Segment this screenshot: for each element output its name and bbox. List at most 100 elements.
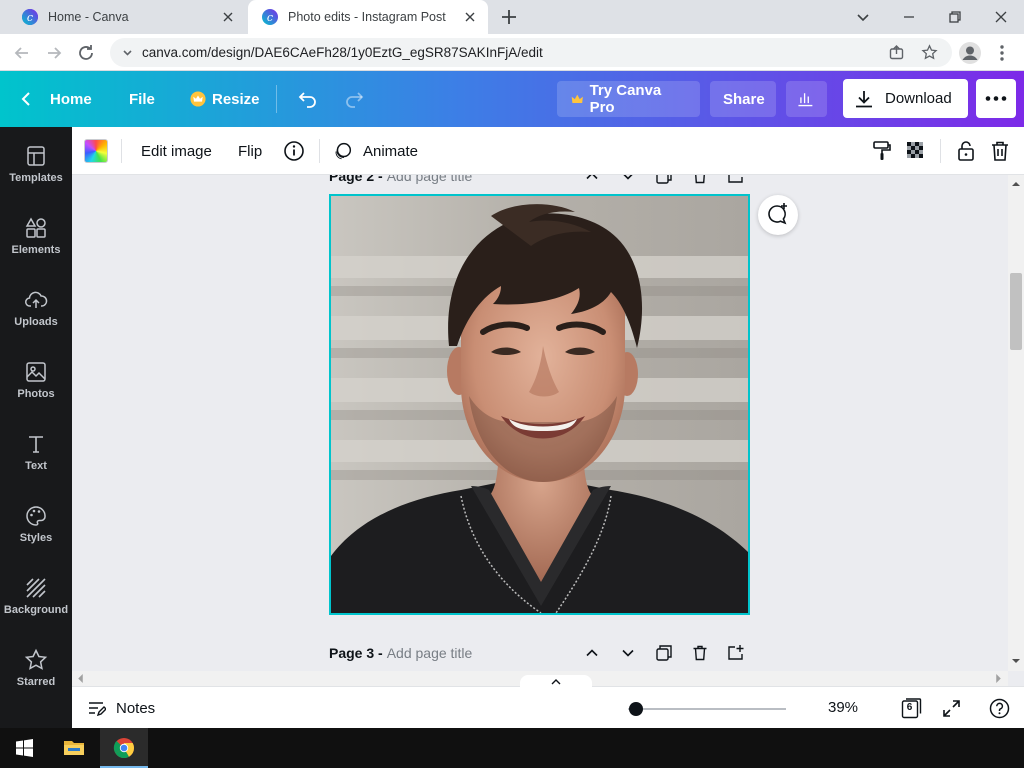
resize-button[interactable]: Resize [190,81,260,117]
browser-tab-photo-edits[interactable]: c Photo edits - Instagram Post [248,0,488,34]
toolbar-divider [121,139,122,163]
scroll-left-arrow-icon[interactable] [76,674,85,683]
chrome-taskbar-button[interactable] [100,728,148,768]
home-button[interactable]: Home [18,81,92,117]
chevron-up-icon[interactable] [582,175,602,186]
page-title-input[interactable]: Add page title [387,175,473,184]
help-icon[interactable] [989,698,1010,719]
zoom-level[interactable]: 39% [828,699,858,716]
page-title-input[interactable]: Add page title [387,645,473,661]
windows-taskbar [0,728,1024,768]
browser-tab-title: Photo edits - Instagram Post [288,10,446,24]
edit-image-button[interactable]: Edit image [141,139,212,163]
sidebar-item-styles[interactable]: Styles [0,487,72,559]
scroll-down-arrow-icon[interactable] [1012,657,1020,665]
notes-button[interactable]: Notes [86,697,155,719]
site-info-chevron-icon[interactable] [119,44,136,61]
page-count: 6 [906,702,913,713]
window-close-icon[interactable] [989,5,1013,29]
file-explorer-button[interactable] [50,728,98,768]
sidebar-item-label: Photos [17,388,55,400]
chevron-down-icon[interactable] [618,643,638,663]
browser-tab-home[interactable]: c Home - Canva [8,0,246,34]
file-menu-button[interactable]: File [129,81,155,117]
sidebar-item-label: Background [3,604,69,616]
duplicate-page-icon[interactable] [654,175,674,186]
add-page-icon[interactable] [726,643,746,663]
restore-icon[interactable] [943,5,967,29]
page-number: Page 2 - [329,175,383,184]
insights-button[interactable] [786,81,827,117]
profile-avatar-icon[interactable] [958,41,982,65]
star-icon [24,648,48,670]
undo-icon[interactable] [296,87,320,111]
scroll-right-arrow-icon[interactable] [994,674,1003,683]
transparency-icon[interactable] [904,139,928,163]
page-header: Page 2 - Add page title [329,175,472,187]
browser-menu-kebab-icon[interactable] [991,42,1013,64]
chevron-up-icon [551,679,561,685]
trash-icon[interactable] [988,139,1012,163]
notes-label: Notes [116,699,156,717]
sidebar-item-starred[interactable]: Starred [0,631,72,703]
new-tab-plus-icon[interactable] [499,7,519,27]
redo-icon[interactable] [342,87,366,111]
home-label: Home [50,90,92,108]
chevron-up-icon[interactable] [582,643,602,663]
share-page-icon[interactable] [888,44,905,61]
download-label: Download [885,90,952,107]
reload-icon[interactable] [75,42,97,64]
color-picker-swatch[interactable] [84,139,108,163]
info-icon[interactable] [282,139,306,163]
zoom-slider-track[interactable] [628,708,786,710]
tab-search-chevron-icon[interactable] [851,5,875,29]
flip-button[interactable]: Flip [238,139,262,163]
sidebar-item-label: Uploads [14,316,58,328]
bookmark-star-icon[interactable] [921,44,938,61]
more-options-button[interactable] [976,79,1016,118]
animate-button[interactable]: Animate [332,139,418,163]
collapse-pages-button[interactable] [520,675,592,689]
chevron-left-icon [21,92,30,106]
canva-header: Home File Resize Try Canva Pro Share Dow… [0,71,1024,127]
forward-arrow-icon[interactable] [43,42,65,64]
sidebar-item-text[interactable]: Text [0,415,72,487]
sidebar-item-elements[interactable]: Elements [0,199,72,271]
sidebar-item-templates[interactable]: Templates [0,127,72,199]
close-icon[interactable] [462,9,478,25]
scroll-up-arrow-icon[interactable] [1012,180,1020,188]
resize-label: Resize [212,90,260,108]
sidebar-item-uploads[interactable]: Uploads [0,271,72,343]
vertical-scrollbar-thumb[interactable] [1010,273,1022,350]
comment-plus-icon [768,203,787,225]
start-button[interactable] [0,728,48,768]
styles-icon [26,506,46,526]
chevron-down-icon[interactable] [618,175,638,186]
duplicate-page-icon[interactable] [654,643,674,663]
paint-roller-icon[interactable] [870,139,894,163]
try-canva-pro-button[interactable]: Try Canva Pro [557,81,700,117]
share-button[interactable]: Share [710,81,776,117]
delete-page-icon[interactable] [690,643,710,663]
lock-icon[interactable] [954,139,978,163]
add-comment-button[interactable] [758,195,798,235]
download-button[interactable]: Download [843,79,968,118]
sidebar-item-label: Styles [19,532,53,544]
photos-icon [26,362,46,382]
back-arrow-icon[interactable] [11,42,33,64]
sidebar-item-photos[interactable]: Photos [0,343,72,415]
delete-page-icon[interactable] [690,175,710,186]
vertical-scrollbar[interactable] [1008,175,1024,671]
zoom-slider-thumb[interactable] [628,702,643,716]
portrait-photo[interactable] [331,196,748,613]
omnibox[interactable]: canva.com/design/DAE6CAeFh28/1y0EztG_egS… [110,38,952,67]
sidebar-item-background[interactable]: Background [0,559,72,631]
fullscreen-icon[interactable] [941,698,962,719]
design-page-selected[interactable] [329,194,750,615]
minimize-icon[interactable] [897,5,921,29]
crown-icon [571,94,583,103]
page-grid-button[interactable]: 6 [901,698,922,719]
close-icon[interactable] [220,9,236,25]
more-dots-icon [985,96,1007,101]
add-page-icon[interactable] [726,175,746,186]
